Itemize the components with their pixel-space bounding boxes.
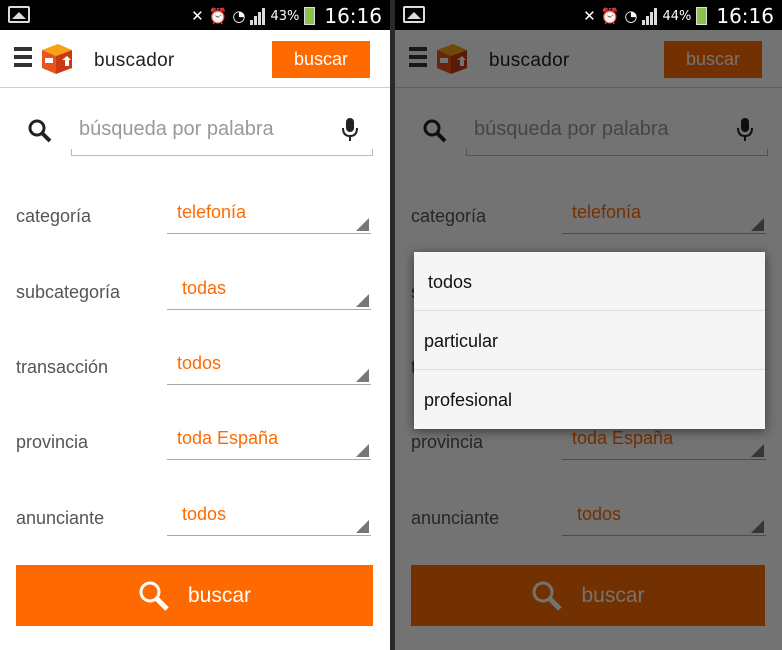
- microphone-icon[interactable]: [342, 118, 358, 142]
- filter-label: provincia: [16, 432, 89, 452]
- dropdown-arrow-icon: [356, 294, 369, 307]
- vibrate-icon: ✕: [583, 7, 596, 25]
- dropdown-arrow-icon: [356, 444, 369, 457]
- gallery-icon: [403, 6, 425, 23]
- search-input[interactable]: búsqueda por palabra: [71, 112, 373, 156]
- dropdown-option[interactable]: todos: [414, 252, 765, 311]
- search-button-label: buscar: [187, 583, 252, 607]
- alarm-icon: ⏰: [600, 7, 620, 25]
- search-row: búsqueda por palabra: [0, 100, 390, 160]
- search-icon: [28, 119, 52, 143]
- battery-icon: [696, 7, 708, 25]
- search-icon: [139, 581, 169, 611]
- dropdown-arrow-icon: [356, 369, 369, 382]
- top-search-button[interactable]: buscar: [272, 41, 370, 78]
- dropdown-option[interactable]: particular: [414, 311, 765, 370]
- app-bar: buscador buscar: [0, 30, 390, 88]
- app-title: buscador: [94, 50, 175, 71]
- signal-icon: [642, 7, 658, 25]
- battery-icon: [304, 7, 316, 25]
- battery-percent: 44%: [662, 8, 692, 24]
- signal-icon: [250, 7, 266, 25]
- anunciante-spinner[interactable]: todos: [167, 498, 371, 536]
- vibrate-icon: ✕: [191, 7, 204, 25]
- spinner-value: todas: [182, 278, 227, 298]
- filter-transaccion: transacción todos: [0, 347, 390, 387]
- filter-provincia: provincia toda España: [0, 422, 390, 462]
- dropdown-arrow-icon: [356, 218, 369, 231]
- alarm-icon: ⏰: [208, 7, 228, 25]
- provincia-spinner[interactable]: toda España: [167, 422, 371, 460]
- categoria-spinner[interactable]: telefonía: [167, 196, 371, 234]
- app-logo: [42, 44, 72, 74]
- filter-label: anunciante: [16, 508, 105, 528]
- gallery-icon: [8, 6, 30, 23]
- screen-left: ✕ ⏰ ◔ 43% 16:16 buscador buscar búsqueda…: [0, 0, 390, 650]
- subcategoria-spinner[interactable]: todas: [167, 272, 371, 310]
- filter-anunciante: anunciante todos: [0, 498, 390, 538]
- filter-label: categoría: [16, 206, 92, 226]
- status-bar: ✕ ⏰ ◔ 44% 16:16: [395, 0, 782, 30]
- spinner-value: todos: [182, 504, 227, 524]
- menu-icon[interactable]: [14, 47, 32, 71]
- status-bar: ✕ ⏰ ◔ 43% 16:16: [0, 0, 390, 30]
- filter-label: subcategoría: [16, 282, 121, 302]
- screen-right: ✕ ⏰ ◔ 44% 16:16 buscador buscar búsqueda…: [395, 0, 782, 650]
- filter-categoria: categoría telefonía: [0, 196, 390, 236]
- dropdown-arrow-icon: [356, 520, 369, 533]
- transaccion-spinner[interactable]: todos: [167, 347, 371, 385]
- filter-subcategoria: subcategoría todas: [0, 272, 390, 312]
- spinner-value: telefonía: [177, 202, 247, 222]
- search-button[interactable]: buscar: [16, 565, 373, 626]
- battery-percent: 43%: [270, 8, 300, 24]
- clock: 16:16: [716, 4, 774, 28]
- wifi-icon: ◔: [624, 7, 638, 25]
- dropdown-option[interactable]: profesional: [414, 370, 765, 429]
- filter-label: transacción: [16, 357, 109, 377]
- wifi-icon: ◔: [232, 7, 246, 25]
- spinner-value: todos: [177, 353, 222, 373]
- spinner-value: toda España: [177, 428, 279, 448]
- clock: 16:16: [324, 4, 382, 28]
- anunciante-dropdown-dialog: todos particular profesional: [414, 252, 765, 429]
